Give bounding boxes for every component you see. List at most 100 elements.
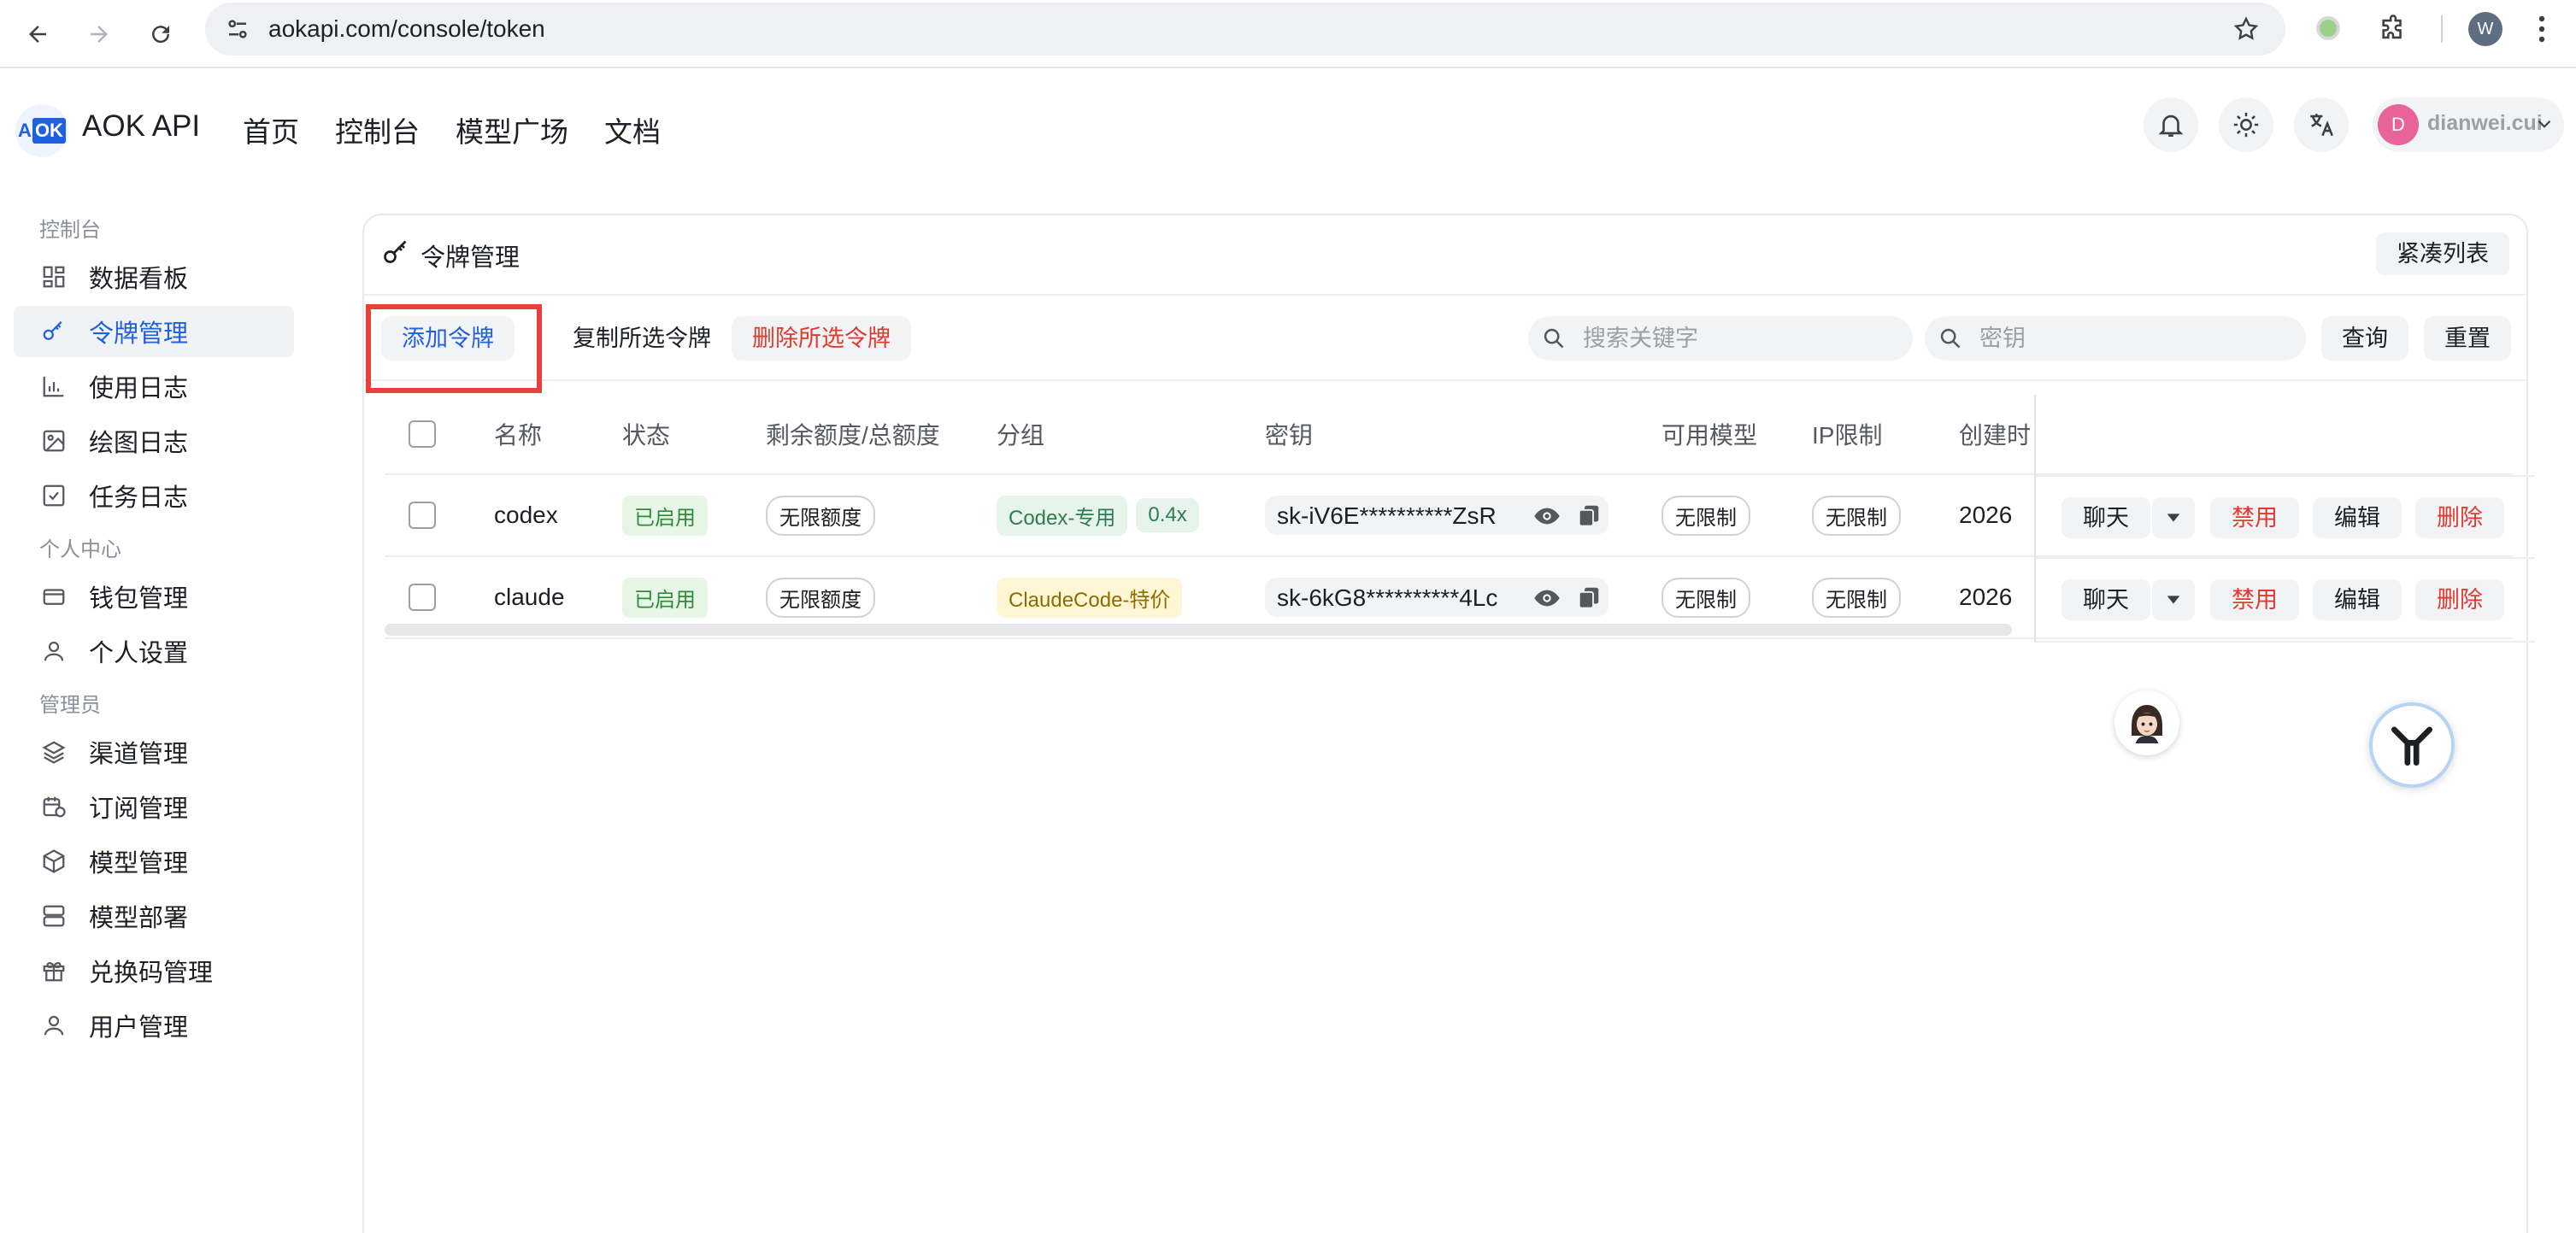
sidebar-item-users[interactable]: 用户管理 — [14, 1000, 294, 1051]
col-ip-limit[interactable]: IP限制 — [1812, 395, 1882, 473]
translate-icon[interactable] — [2294, 97, 2349, 152]
chat-button[interactable]: 聊天 — [2061, 579, 2150, 620]
image-icon — [39, 426, 68, 455]
arrow-left-icon — [29, 26, 46, 43]
user-icon — [39, 1011, 68, 1040]
bar-chart-icon — [39, 372, 68, 401]
col-models[interactable]: 可用模型 — [1661, 395, 1757, 473]
key-icon — [384, 240, 407, 263]
masked-key[interactable]: sk-6kG8**********4Lc — [1277, 584, 1533, 612]
edit-button[interactable]: 编辑 — [2313, 497, 2402, 538]
sidebar-item-redeem-codes[interactable]: 兑换码管理 — [14, 945, 294, 996]
horizontal-scrollbar[interactable] — [385, 624, 2012, 636]
address-bar[interactable]: aokapi.com/console/token — [205, 3, 2285, 56]
sidebar-item-task-logs[interactable]: 任务日志 — [14, 470, 294, 521]
disable-button[interactable]: 禁用 — [2210, 497, 2299, 538]
col-status[interactable]: 状态 — [622, 395, 670, 473]
compact-list-button[interactable]: 紧凑列表 — [2376, 232, 2509, 275]
caret-down-icon — [2167, 596, 2180, 604]
reload-icon — [152, 26, 170, 44]
forward-button[interactable] — [77, 12, 121, 56]
group-badge: ClaudeCode-特价 — [997, 577, 1183, 618]
sidebar: 控制台 数据看板 令牌管理 使用日志 绘图日志 任务日志 个人中心 钱包管理 个… — [0, 214, 308, 1054]
col-created[interactable]: 创建时 — [1959, 395, 2032, 473]
extension-status-icon[interactable] — [2316, 16, 2340, 40]
sidebar-item-model-deploy[interactable]: 模型部署 — [14, 890, 294, 942]
key-field: sk-iV6E**********ZsR — [1265, 496, 1609, 535]
quota-badge: 无限额度 — [766, 577, 875, 618]
url-text[interactable]: aokapi.com/console/token — [268, 15, 545, 43]
nav-home[interactable]: 首页 — [243, 109, 299, 150]
select-all-checkbox[interactable] — [409, 420, 436, 448]
highlight-annotation — [366, 304, 542, 393]
sidebar-item-wallet[interactable]: 钱包管理 — [14, 571, 294, 622]
sidebar-item-label: 任务日志 — [89, 484, 189, 512]
edit-button[interactable]: 编辑 — [2313, 579, 2402, 620]
brand-logo[interactable]: A OK — [15, 104, 68, 157]
row-checkbox[interactable] — [409, 502, 436, 529]
sidebar-group-admin: 管理员 — [39, 694, 101, 717]
sidebar-item-personal-settings[interactable]: 个人设置 — [14, 625, 294, 677]
chevron-down-icon — [2533, 113, 2555, 139]
theme-sun-icon[interactable] — [2219, 97, 2273, 152]
keyword-search[interactable] — [1528, 316, 1913, 361]
col-quota[interactable]: 剩余额度/总额度 — [766, 395, 940, 473]
ai-assistant-button[interactable] — [2369, 702, 2455, 788]
delete-button[interactable]: 删除 — [2415, 579, 2504, 620]
nav-console[interactable]: 控制台 — [335, 109, 420, 150]
disable-button[interactable]: 禁用 — [2210, 579, 2299, 620]
brand-name[interactable]: AOK API — [82, 109, 200, 144]
page-title: 令牌管理 — [421, 244, 520, 272]
copy-icon[interactable] — [1576, 502, 1602, 528]
delete-button[interactable]: 删除 — [2415, 497, 2504, 538]
col-key[interactable]: 密钥 — [1265, 395, 1313, 473]
key-search[interactable] — [1925, 316, 2306, 361]
extensions-puzzle-icon[interactable] — [2374, 10, 2412, 48]
row-checkbox[interactable] — [409, 584, 436, 611]
nav-model-square[interactable]: 模型广场 — [456, 109, 568, 150]
sidebar-item-channels[interactable]: 渠道管理 — [14, 726, 294, 778]
sidebar-item-usage-logs[interactable]: 使用日志 — [14, 361, 294, 412]
browser-profile-avatar[interactable]: W — [2468, 12, 2502, 46]
assistant-avatar-button[interactable] — [2114, 690, 2179, 755]
copy-icon[interactable] — [1576, 584, 1602, 610]
sidebar-item-label: 个人设置 — [89, 640, 189, 667]
chat-dropdown-button[interactable] — [2152, 579, 2195, 620]
masked-key[interactable]: sk-iV6E**********ZsR — [1277, 502, 1533, 530]
eye-icon[interactable] — [1533, 584, 1561, 612]
checkbox-icon — [39, 481, 68, 510]
card-header: 令牌管理 紧凑列表 — [364, 215, 2526, 296]
bookmark-star-icon[interactable] — [2231, 14, 2261, 44]
server-icon — [39, 901, 68, 931]
key-search-input[interactable] — [1979, 316, 2292, 361]
user-menu[interactable]: D dianwei.cui — [2373, 97, 2564, 152]
sidebar-item-subscriptions[interactable]: 订阅管理 — [14, 781, 294, 832]
sidebar-item-tokens[interactable]: 令牌管理 — [14, 306, 294, 357]
row-actions: 聊天 禁用 编辑 删除 — [2036, 559, 2535, 643]
reload-button[interactable] — [138, 12, 183, 56]
sidebar-item-label: 用户管理 — [89, 1014, 189, 1042]
query-button[interactable]: 查询 — [2321, 316, 2408, 361]
delete-selected-button[interactable]: 删除所选令牌 — [732, 316, 911, 361]
reset-button[interactable]: 重置 — [2424, 316, 2511, 361]
eye-icon[interactable] — [1533, 502, 1561, 530]
calendar-clock-icon — [39, 792, 68, 821]
copy-selected-button[interactable]: 复制所选令牌 — [556, 316, 728, 361]
gift-icon — [39, 956, 68, 985]
sidebar-item-models[interactable]: 模型管理 — [14, 836, 294, 887]
sidebar-item-dashboard[interactable]: 数据看板 — [14, 251, 294, 302]
sidebar-item-drawing-logs[interactable]: 绘图日志 — [14, 415, 294, 467]
col-name[interactable]: 名称 — [494, 395, 542, 473]
chat-dropdown-button[interactable] — [2152, 497, 2195, 538]
col-group[interactable]: 分组 — [997, 395, 1044, 473]
nav-docs[interactable]: 文档 — [604, 109, 661, 150]
sidebar-item-label: 钱包管理 — [89, 585, 189, 613]
browser-menu-icon[interactable] — [2525, 12, 2559, 46]
created-time: 2026 — [1959, 502, 2013, 528]
chat-button[interactable]: 聊天 — [2061, 497, 2150, 538]
notification-bell-icon[interactable] — [2144, 97, 2198, 152]
keyword-search-input[interactable] — [1583, 316, 1899, 361]
site-info-icon[interactable] — [221, 12, 255, 46]
caret-down-icon — [2167, 514, 2180, 522]
back-button[interactable] — [15, 12, 60, 56]
